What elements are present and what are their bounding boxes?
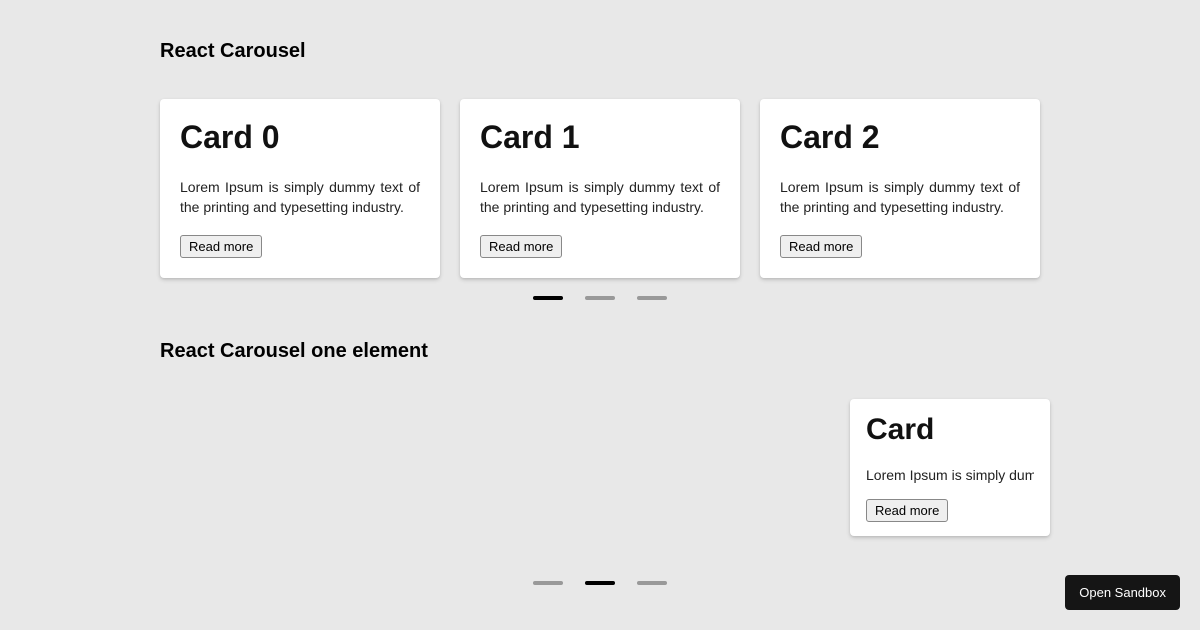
- carousel-dot[interactable]: [585, 296, 615, 300]
- carousel-one-area: Card Lorem Ipsum is simply dummy Read mo…: [160, 399, 1040, 599]
- card-text: Lorem Ipsum is simply dummy text of the …: [180, 178, 420, 217]
- read-more-button[interactable]: Read more: [780, 235, 862, 258]
- read-more-button[interactable]: Read more: [866, 499, 948, 522]
- carousel-dot[interactable]: [533, 296, 563, 300]
- card-text: Lorem Ipsum is simply dummy: [866, 467, 1034, 483]
- card-title: Card 2: [780, 119, 1020, 156]
- card-title: Card: [866, 413, 1034, 447]
- card-text: Lorem Ipsum is simply dummy text of the …: [780, 178, 1020, 217]
- carousel-dot[interactable]: [637, 296, 667, 300]
- carousel-card: Card 0 Lorem Ipsum is simply dummy text …: [160, 99, 440, 278]
- carousel-card: Card 1 Lorem Ipsum is simply dummy text …: [460, 99, 740, 278]
- card-title: Card 0: [180, 119, 420, 156]
- carousel-row: Card 0 Lorem Ipsum is simply dummy text …: [160, 99, 1040, 278]
- read-more-button[interactable]: Read more: [180, 235, 262, 258]
- card-text: Lorem Ipsum is simply dummy text of the …: [480, 178, 720, 217]
- open-sandbox-button[interactable]: Open Sandbox: [1065, 575, 1180, 610]
- read-more-button[interactable]: Read more: [480, 235, 562, 258]
- carousel-card: Card 2 Lorem Ipsum is simply dummy text …: [760, 99, 1040, 278]
- card-title: Card 1: [480, 119, 720, 156]
- carousel-dots: [160, 296, 1040, 300]
- carousel-card: Card Lorem Ipsum is simply dummy Read mo…: [850, 399, 1050, 536]
- section-title-carousel: React Carousel: [160, 40, 1040, 63]
- section-title-carousel-one: React Carousel one element: [160, 340, 1040, 363]
